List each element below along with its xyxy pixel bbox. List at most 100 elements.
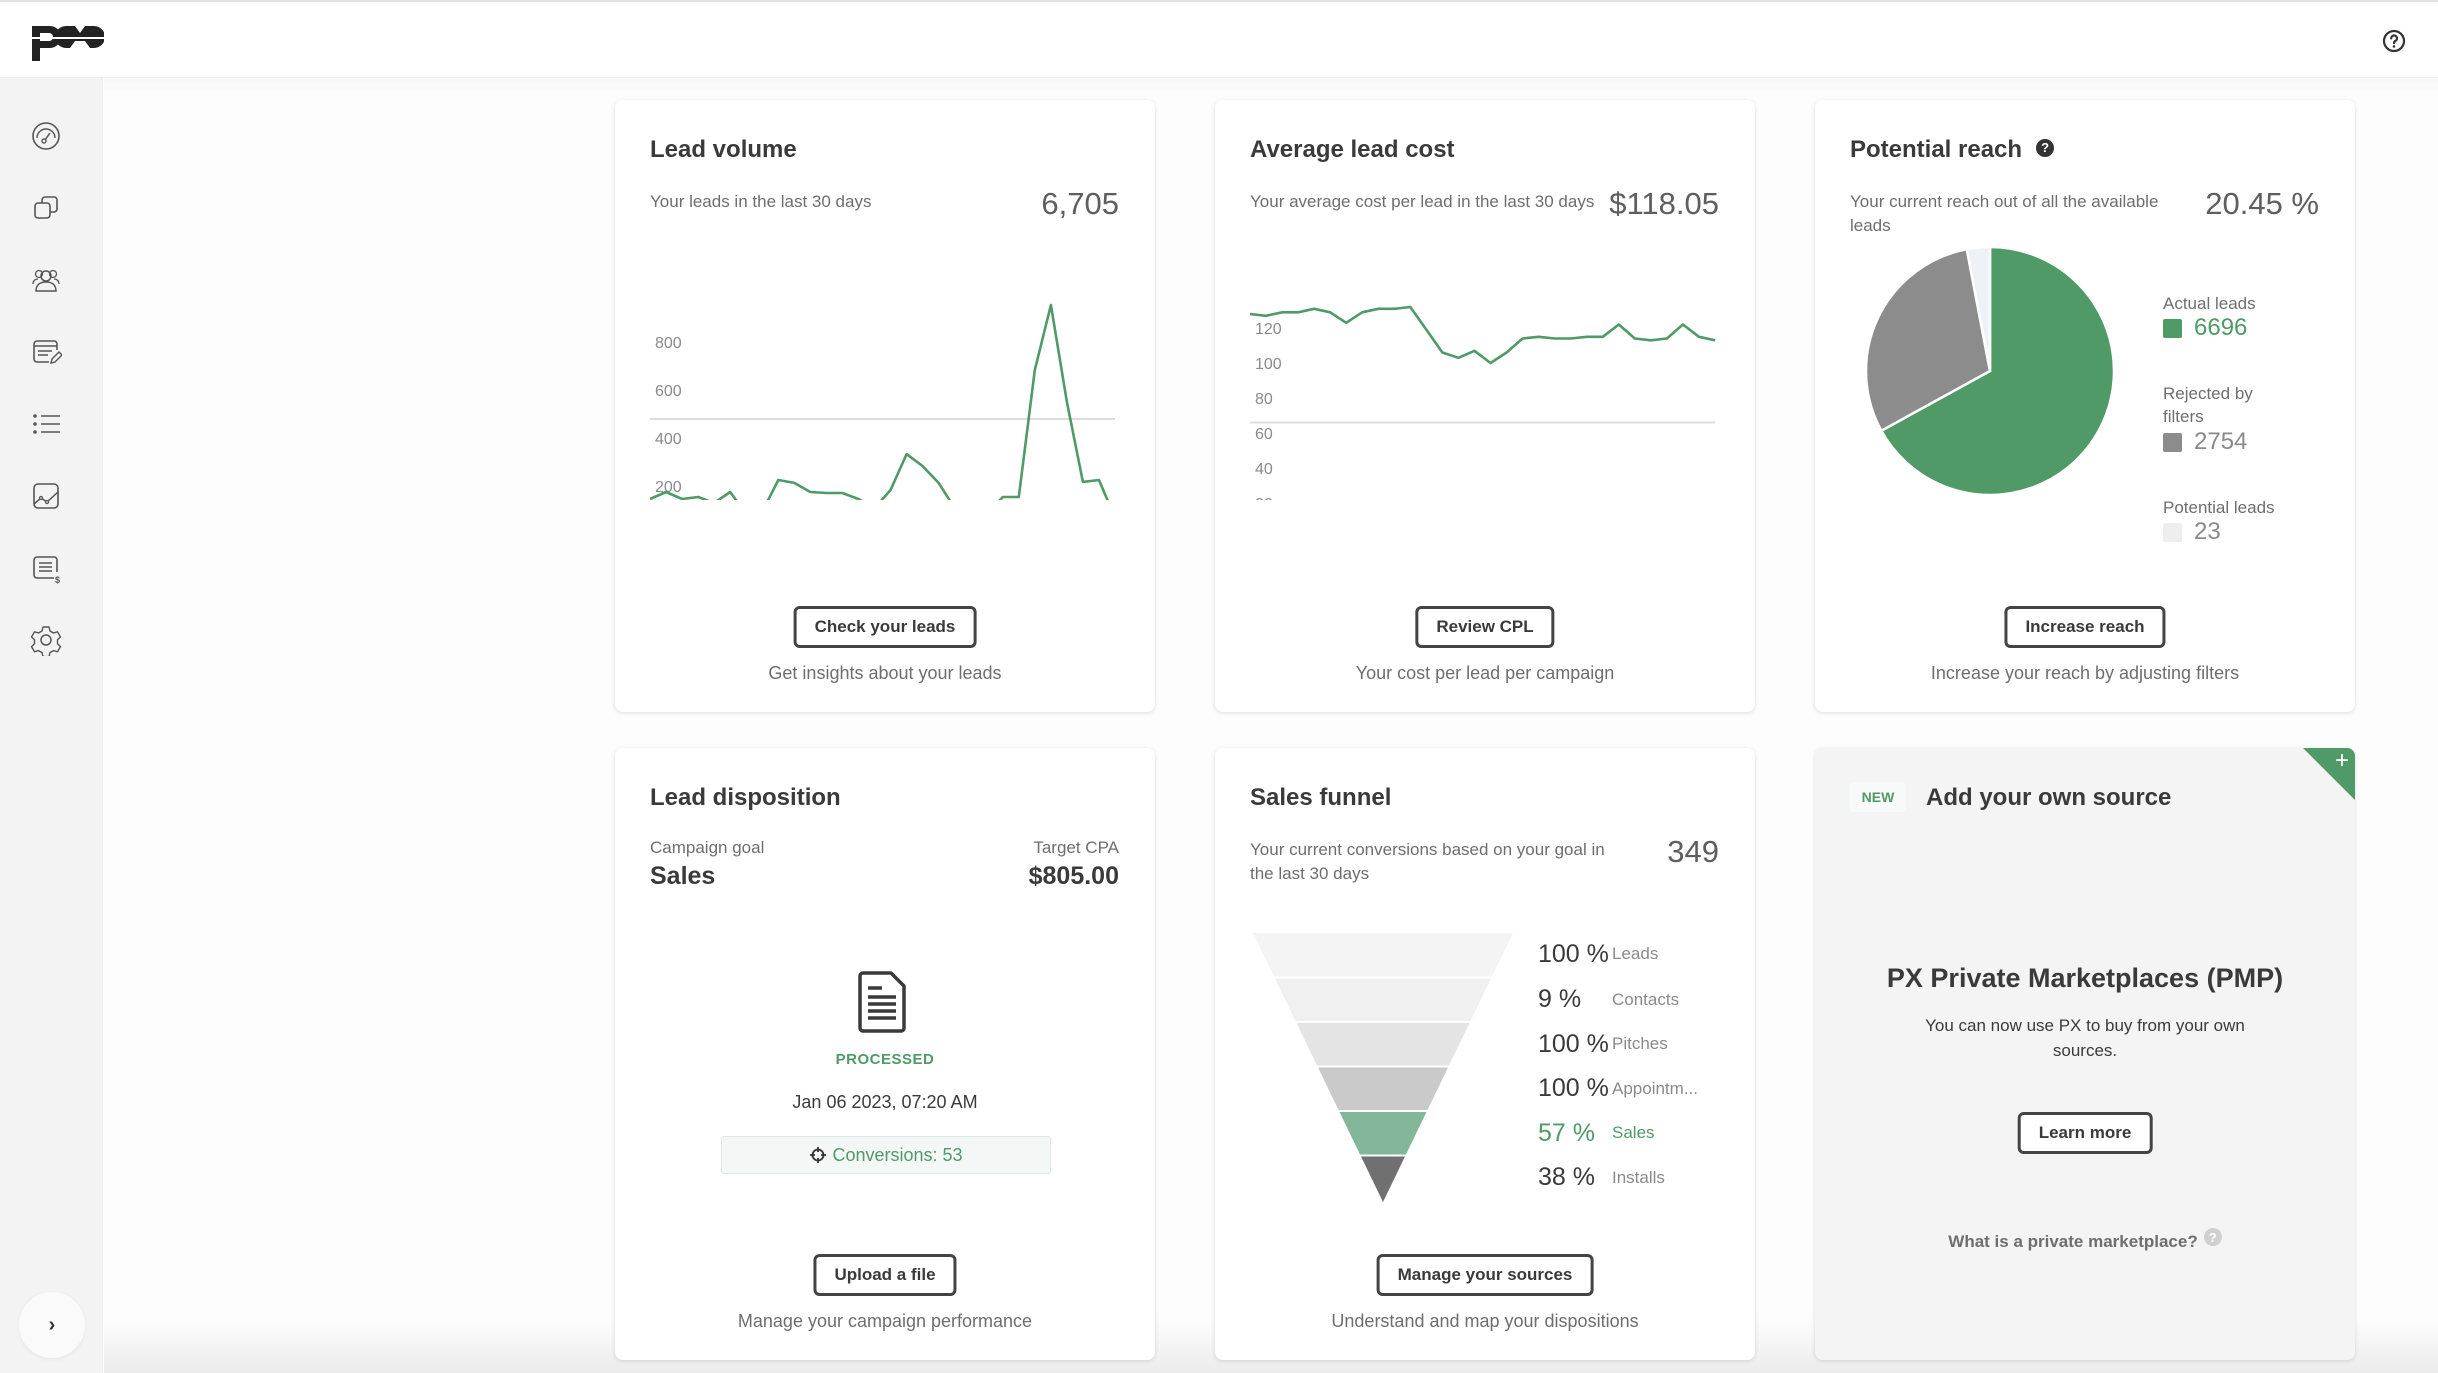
y-tick-label: 60 — [1255, 426, 1273, 443]
y-tick-label: 100 — [1255, 356, 1282, 373]
sidebar-item-campaigns[interactable] — [28, 190, 64, 226]
status-label: PROCESSED — [835, 1051, 935, 1068]
funnel-stage-name: Pitches — [1612, 1034, 1668, 1054]
funnel-percentage: 9 % — [1538, 985, 1582, 1014]
check-leads-button[interactable]: Check your leads — [793, 606, 977, 648]
button-caption: Your cost per lead per campaign — [1355, 663, 1615, 683]
legend-label: Potential leads — [2163, 498, 2275, 517]
funnel-row: 100 % Pitches — [1538, 1029, 1668, 1059]
funnel-segment — [1253, 933, 1513, 977]
average-lead-cost-card: Average lead cost Your average cost per … — [1215, 100, 1755, 712]
potential-reach-pie — [1864, 245, 2116, 497]
funnel-segment — [1296, 1023, 1470, 1066]
button-caption: Get insights about your leads — [768, 663, 1002, 683]
funnel-segment — [1318, 1067, 1448, 1110]
target-cpa-value: $805.00 — [1028, 862, 1119, 890]
new-badge: NEW — [1850, 782, 1906, 812]
legend-label: Rejected by filters — [2163, 384, 2253, 426]
sidebar-item-users[interactable] — [28, 262, 64, 298]
add-own-source-card: + NEW Add your own source PX Private Mar… — [1815, 748, 2355, 1360]
y-tick-label: 600 — [655, 383, 682, 400]
svg-text:$: $ — [55, 575, 60, 584]
conversion-count: 349 — [1667, 834, 1719, 869]
lead-volume-card: Lead volume Your leads in the last 30 da… — [615, 100, 1155, 712]
sidebar-item-billing[interactable]: $ — [28, 550, 64, 586]
list-icon — [33, 414, 60, 434]
private-marketplace-link[interactable]: What is a private marketplace?? — [1815, 1228, 2355, 1252]
review-cpl-button[interactable]: Review CPL — [1415, 606, 1555, 648]
sidebar-item-settings[interactable] — [28, 622, 64, 658]
sidebar-item-dashboard[interactable] — [28, 118, 64, 154]
increase-reach-button[interactable]: Increase reach — [2004, 606, 2166, 648]
y-tick-label: 20 — [1255, 496, 1273, 500]
funnel-row: 100 % Leads — [1538, 939, 1658, 969]
funnel-row: 100 % Appointm... — [1538, 1074, 1698, 1104]
form-edit-icon — [33, 340, 62, 364]
sidebar-item-forms[interactable] — [28, 334, 64, 370]
y-tick-label: 400 — [655, 431, 682, 448]
plus-icon[interactable]: + — [2335, 749, 2349, 773]
button-caption: Manage your campaign performance — [737, 1311, 1033, 1331]
legend-value: 2754 — [2163, 428, 2247, 456]
funnel-stage-name: Installs — [1612, 1167, 1665, 1187]
users-icon — [32, 269, 60, 292]
legend-value: 23 — [2163, 518, 2221, 546]
help-circle-icon[interactable] — [2382, 29, 2406, 53]
lead-disposition-card: Lead disposition Campaign goal Sales Tar… — [615, 748, 1155, 1360]
y-tick-label: 120 — [1255, 321, 1282, 338]
card-title: Add your own source — [1926, 784, 2172, 811]
top-bar — [0, 0, 2438, 78]
learn-more-button[interactable]: Learn more — [2017, 1112, 2153, 1154]
invoice-icon: $ — [33, 556, 60, 584]
funnel-segment — [1361, 1156, 1405, 1202]
sales-funnel-chart — [1253, 933, 1513, 1202]
px-logo[interactable] — [30, 20, 105, 62]
copy-icon — [34, 196, 58, 219]
sidebar-item-lists[interactable] — [28, 406, 64, 442]
y-tick-label: 40 — [1255, 461, 1273, 478]
legend-value-text: 6696 — [2194, 314, 2248, 341]
sidebar: $ › — [0, 78, 103, 1373]
funnel-percentage: 100 % — [1538, 1029, 1609, 1058]
lead-volume-chart: 8006004002000 — [649, 303, 1115, 500]
sidebar-item-reports[interactable] — [28, 478, 64, 514]
funnel-row: 57 % Sales — [1538, 1118, 1655, 1148]
expand-sidebar-button[interactable]: › — [19, 1292, 85, 1358]
target-cpa-label: Target CPA — [1033, 838, 1119, 857]
card-title: Lead disposition — [650, 784, 841, 811]
campaign-goal-label: Campaign goal — [650, 838, 765, 857]
legend-label: Actual leads — [2163, 294, 2256, 313]
legend-swatch — [2163, 522, 2182, 542]
funnel-percentage: 100 % — [1538, 939, 1609, 968]
legend-value: 6696 — [2163, 314, 2247, 342]
funnel-segment — [1339, 1112, 1427, 1155]
funnel-stage-name: Contacts — [1612, 989, 1680, 1009]
pmp-description: You can now use PX to buy from your own … — [1925, 1016, 2245, 1060]
pmp-heading: PX Private Marketplaces (PMP) — [1886, 963, 2284, 993]
funnel-percentage: 57 % — [1538, 1118, 1595, 1147]
funnel-segment — [1274, 978, 1492, 1021]
chevron-right-icon: › — [48, 1314, 56, 1336]
funnel-percentage: 38 % — [1538, 1163, 1595, 1192]
document-icon — [858, 971, 906, 1038]
series-line — [649, 303, 1109, 500]
legend-value-text: 2754 — [2194, 428, 2248, 455]
line-chart-icon — [33, 483, 59, 509]
help-icon[interactable]: ? — [2203, 1228, 2222, 1246]
button-caption: Understand and map your dispositions — [1331, 1311, 1639, 1331]
funnel-stage-name: Sales — [1612, 1123, 1655, 1143]
link-text[interactable]: What is a private marketplace? — [1948, 1232, 2197, 1251]
funnel-stage-name: Leads — [1612, 944, 1659, 964]
manage-sources-button[interactable]: Manage your sources — [1376, 1254, 1594, 1296]
campaign-goal-value: Sales — [650, 862, 716, 890]
upload-file-button[interactable]: Upload a file — [813, 1254, 957, 1296]
gear-icon — [30, 626, 62, 656]
funnel-row: 38 % Installs — [1538, 1163, 1665, 1193]
series-line — [1249, 305, 1716, 365]
conversions-text: Conversions: 53 — [832, 1144, 963, 1165]
speedometer-icon — [32, 122, 60, 150]
button-caption: Increase your reach by adjusting filters — [1930, 663, 2240, 683]
legend-value-text: 23 — [2194, 518, 2221, 545]
y-tick-label: 800 — [655, 335, 682, 352]
sales-funnel-card: Sales funnel Your current conversions ba… — [1215, 748, 1755, 1360]
